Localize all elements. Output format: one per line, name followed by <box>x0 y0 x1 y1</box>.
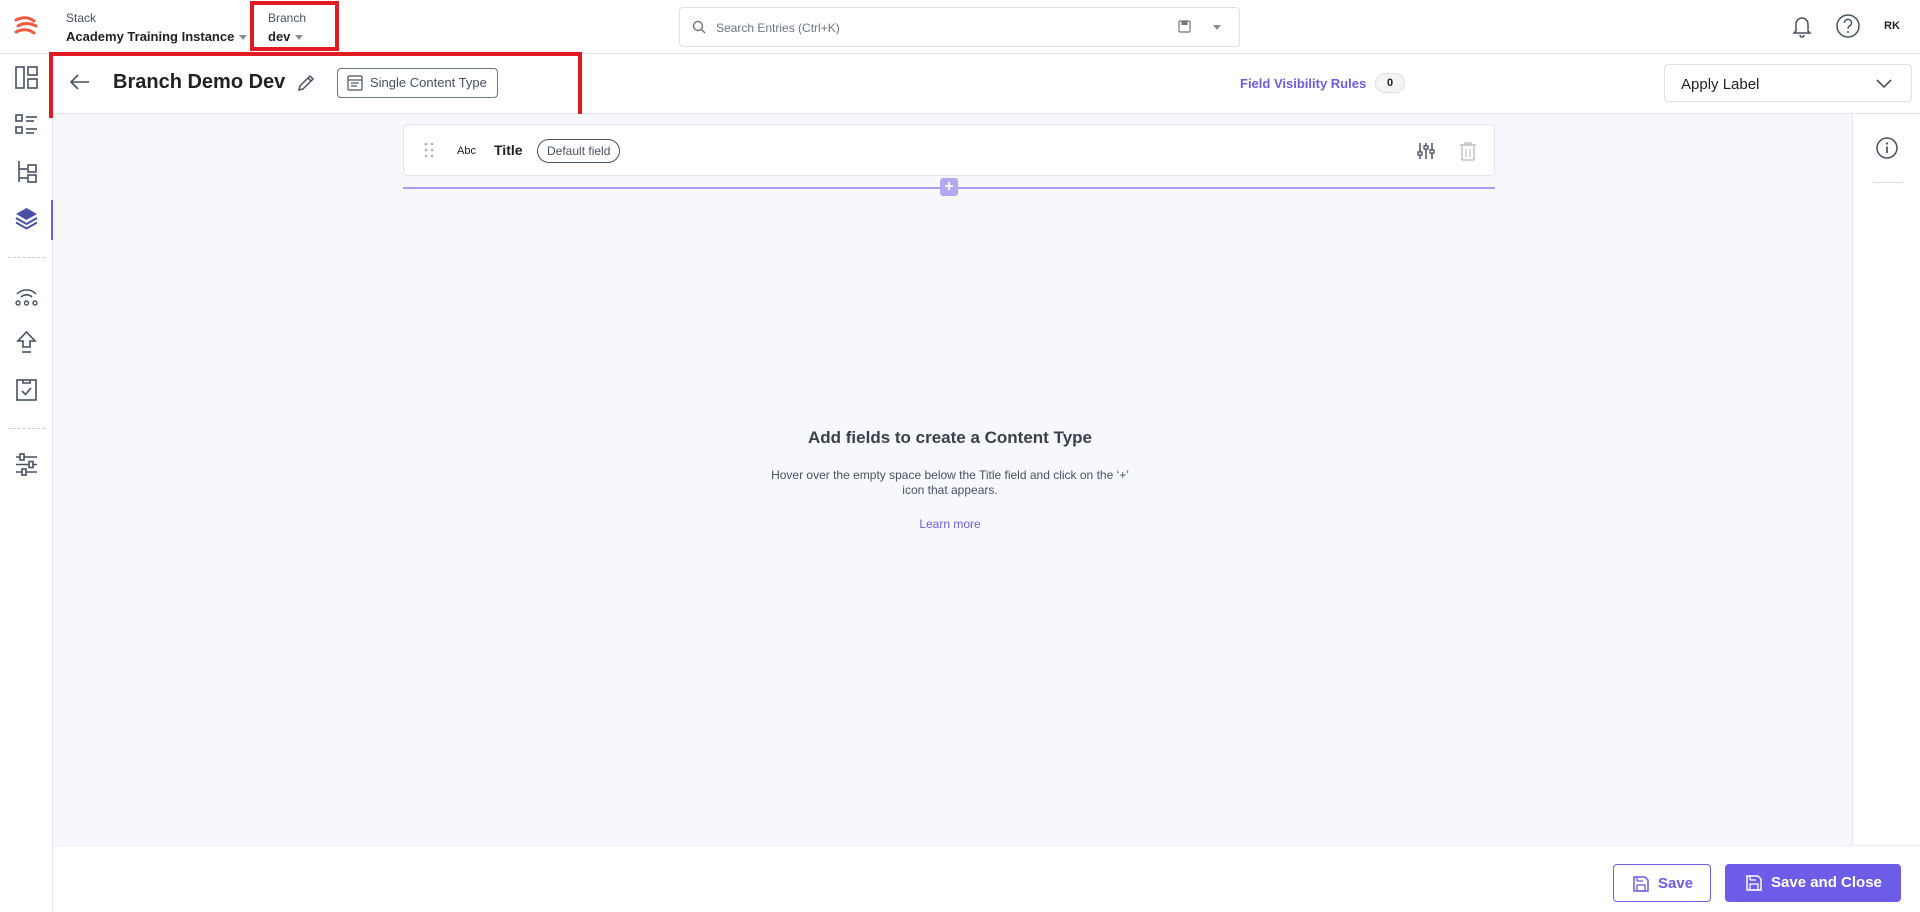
delete-field-icon[interactable] <box>1459 141 1477 161</box>
search-bar[interactable]: Search Entries (Ctrl+K) <box>679 7 1240 47</box>
learn-more-link[interactable]: Learn more <box>850 517 1050 531</box>
info-icon[interactable] <box>1875 136 1899 160</box>
empty-state-description: Hover over the empty space below the Tit… <box>771 468 1129 497</box>
sidebar-divider <box>8 428 45 429</box>
chevron-down-icon <box>1876 79 1892 89</box>
top-bar: Stack Academy Training Instance Branch d… <box>0 0 1920 54</box>
saved-search-icon[interactable] <box>1178 20 1191 33</box>
save-and-close-button[interactable]: Save and Close <box>1725 864 1901 902</box>
entries-icon[interactable] <box>13 111 40 138</box>
releases-icon[interactable] <box>13 282 40 309</box>
search-filter-dropdown-icon[interactable] <box>1213 25 1221 30</box>
publish-queue-icon[interactable] <box>13 329 40 356</box>
field-type-abbr: Abc <box>457 145 476 157</box>
search-input[interactable]: Search Entries (Ctrl+K) <box>716 21 840 35</box>
drag-handle-icon[interactable] <box>424 141 434 159</box>
default-field-badge: Default field <box>537 139 621 163</box>
save-button[interactable]: Save <box>1613 864 1711 902</box>
search-icon <box>692 20 706 34</box>
save-button-label: Save <box>1658 875 1694 892</box>
left-sidebar <box>0 54 53 912</box>
stack-layers-icon[interactable] <box>13 205 40 232</box>
empty-state-title: Add fields to create a Content Type <box>807 428 1092 447</box>
highlight-box-branch <box>250 1 339 51</box>
field-name: Title <box>494 142 523 158</box>
caret-down-icon <box>239 35 248 41</box>
tasks-icon[interactable] <box>13 376 40 403</box>
content-models-icon[interactable] <box>13 158 40 185</box>
save-icon <box>1746 875 1762 891</box>
stack-selector[interactable]: Stack Academy Training Instance <box>66 11 248 44</box>
apply-label-text: Apply Label <box>1681 76 1760 93</box>
stack-label: Stack <box>66 11 97 25</box>
sidebar-divider <box>8 257 45 258</box>
contentstack-logo-icon[interactable] <box>12 12 40 40</box>
right-info-panel <box>1852 114 1920 845</box>
field-settings-icon[interactable] <box>1416 141 1436 161</box>
stack-name: Academy Training Instance <box>66 29 235 44</box>
highlight-box-header <box>49 52 582 118</box>
user-avatar[interactable]: RK <box>1884 20 1900 32</box>
save-icon <box>1633 876 1649 892</box>
add-field-plus-icon[interactable]: + <box>940 178 958 196</box>
field-visibility-rules-link[interactable]: Field Visibility Rules <box>1240 76 1366 91</box>
title-field-row[interactable]: Abc Title Default field <box>403 124 1495 176</box>
field-visibility-rules-count: 0 <box>1375 73 1405 93</box>
notification-bell-icon[interactable] <box>1789 13 1815 39</box>
save-and-close-button-label: Save and Close <box>1771 874 1882 891</box>
dashboard-icon[interactable] <box>13 64 40 91</box>
panel-divider <box>1873 182 1903 183</box>
apply-label-dropdown[interactable]: Apply Label <box>1664 64 1912 102</box>
settings-icon[interactable] <box>13 451 40 478</box>
help-icon[interactable] <box>1835 13 1861 39</box>
